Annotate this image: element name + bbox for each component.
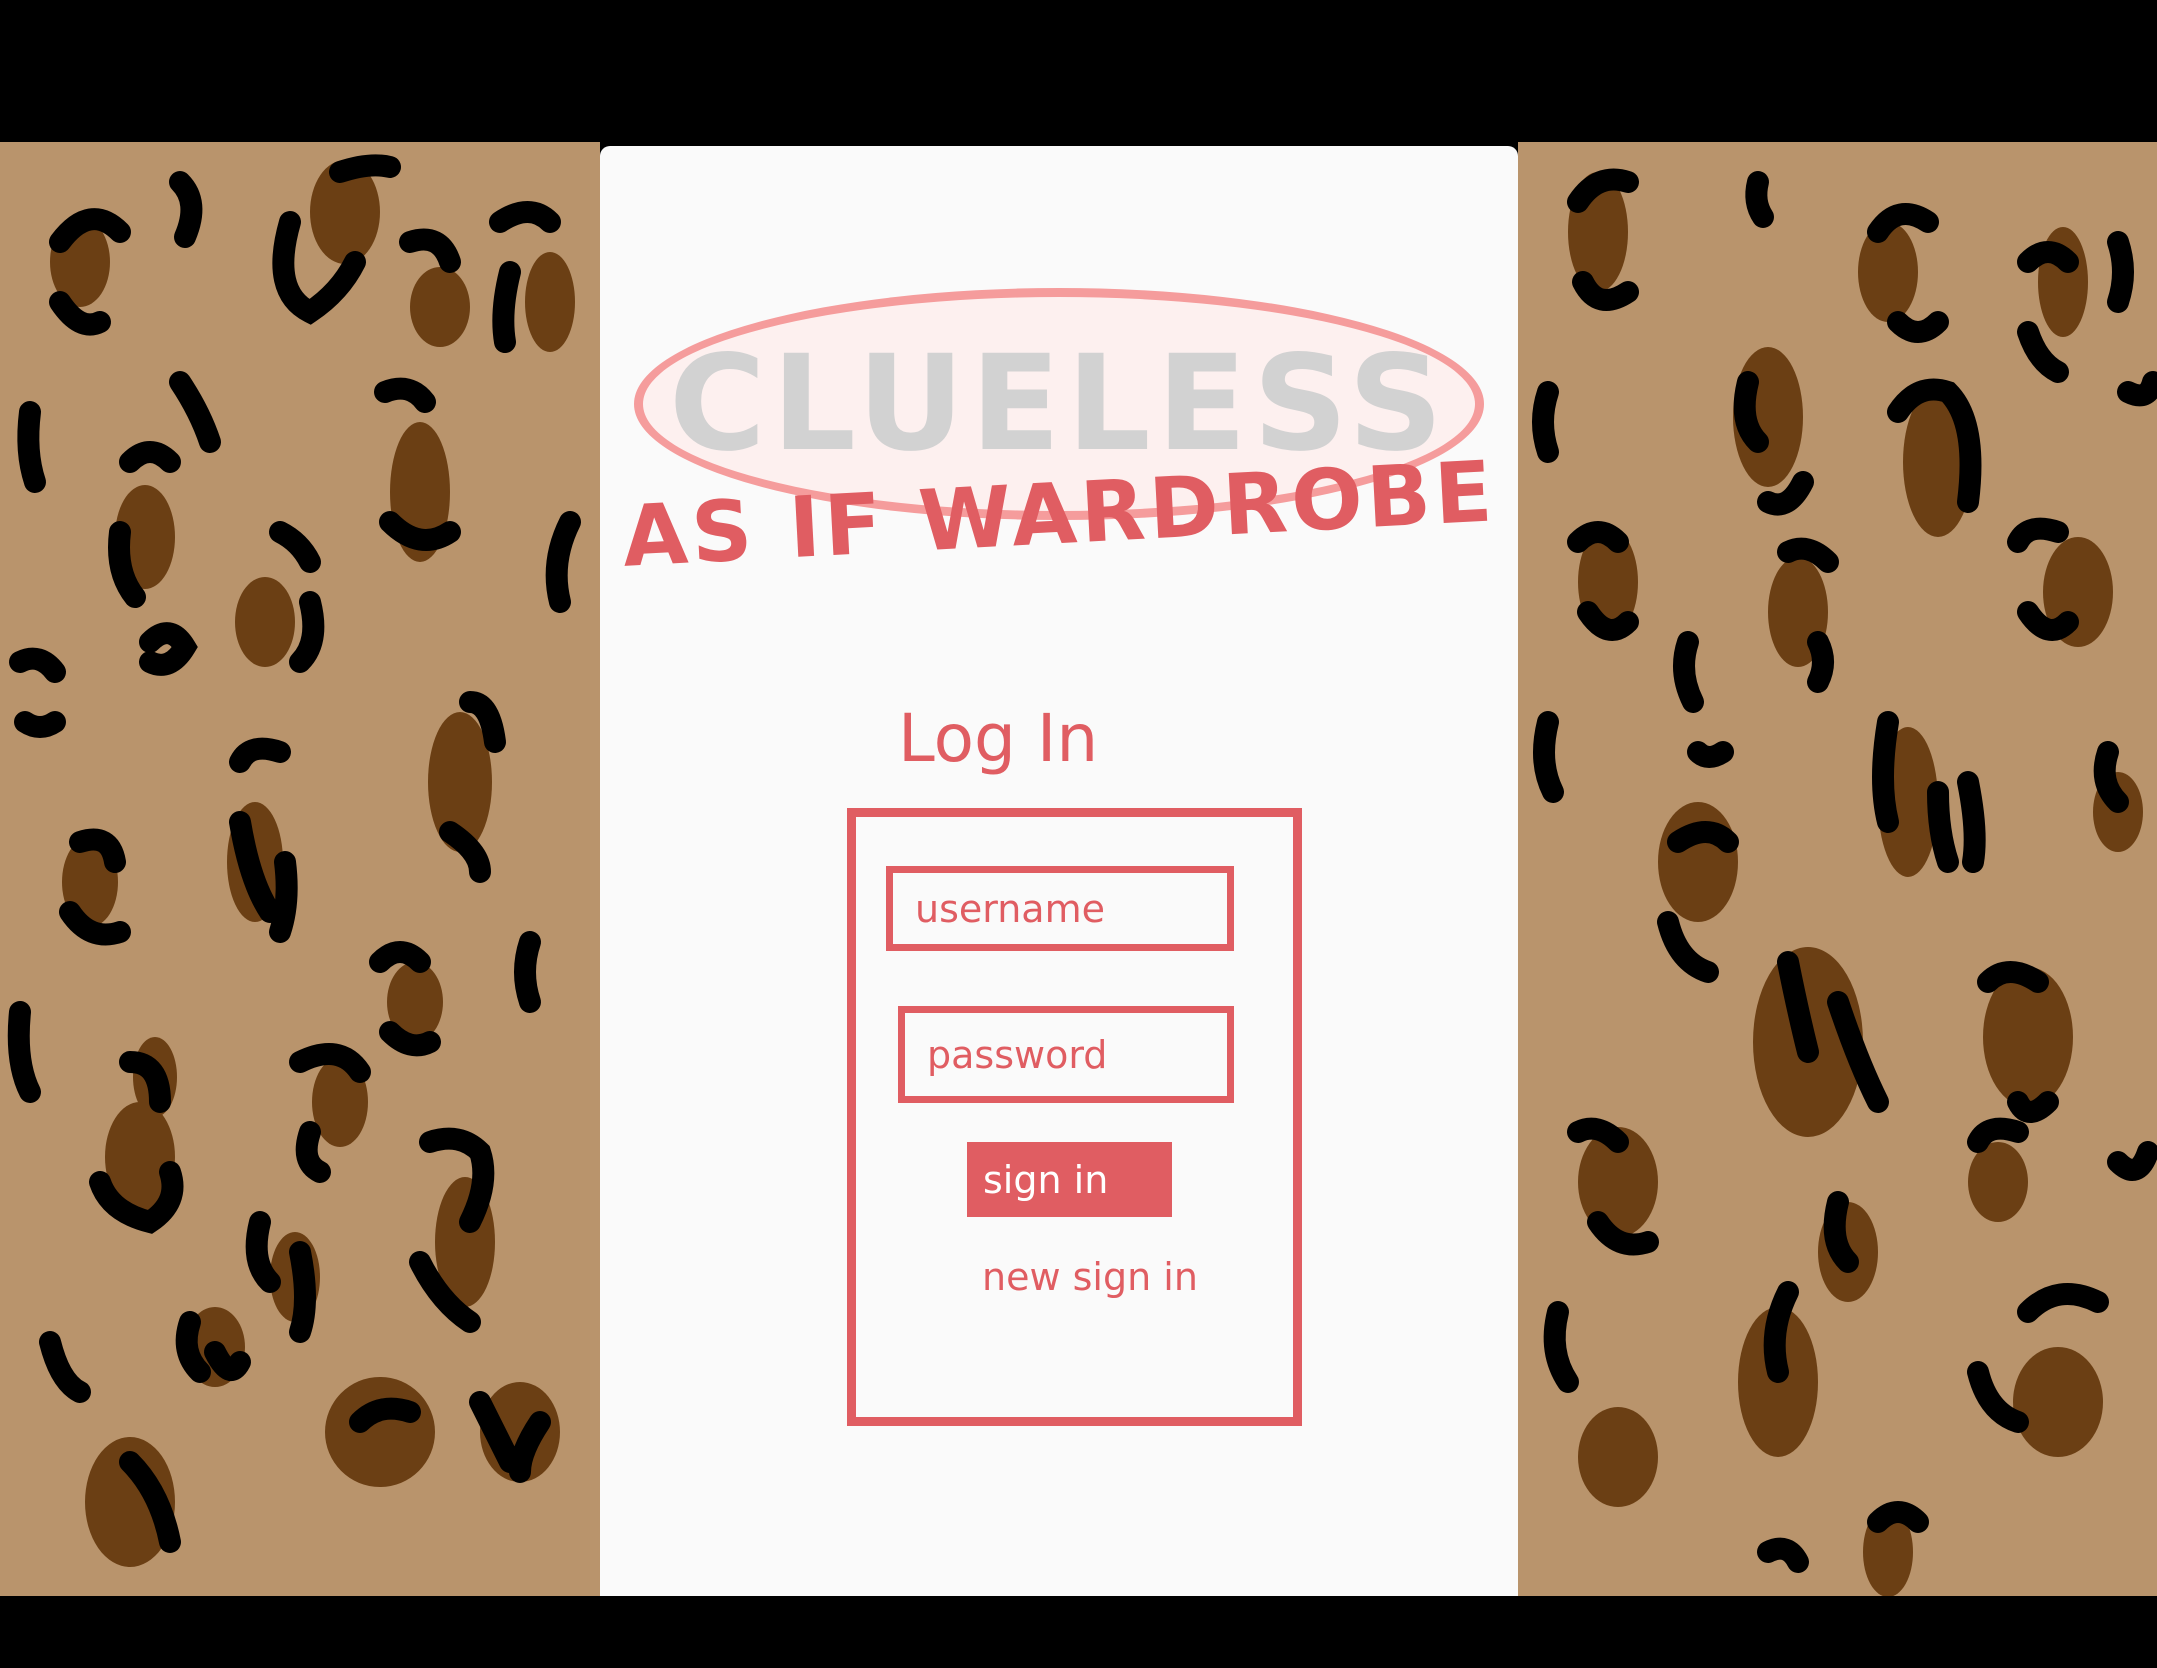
leopard-print-left-panel	[0, 142, 600, 1596]
leopard-pattern-left	[7, 154, 581, 1567]
login-title: Log In	[898, 700, 1099, 777]
leopard-pattern-right	[1532, 168, 2157, 1596]
new-sign-in-link[interactable]: new sign in	[982, 1255, 1198, 1305]
leopard-print-right-panel	[1518, 142, 2157, 1596]
sign-in-button[interactable]: sign in	[967, 1142, 1172, 1217]
bottom-black-bar	[0, 1596, 2157, 1668]
password-input[interactable]	[898, 1006, 1234, 1103]
top-black-bar	[0, 0, 2157, 142]
username-input[interactable]	[886, 866, 1234, 951]
